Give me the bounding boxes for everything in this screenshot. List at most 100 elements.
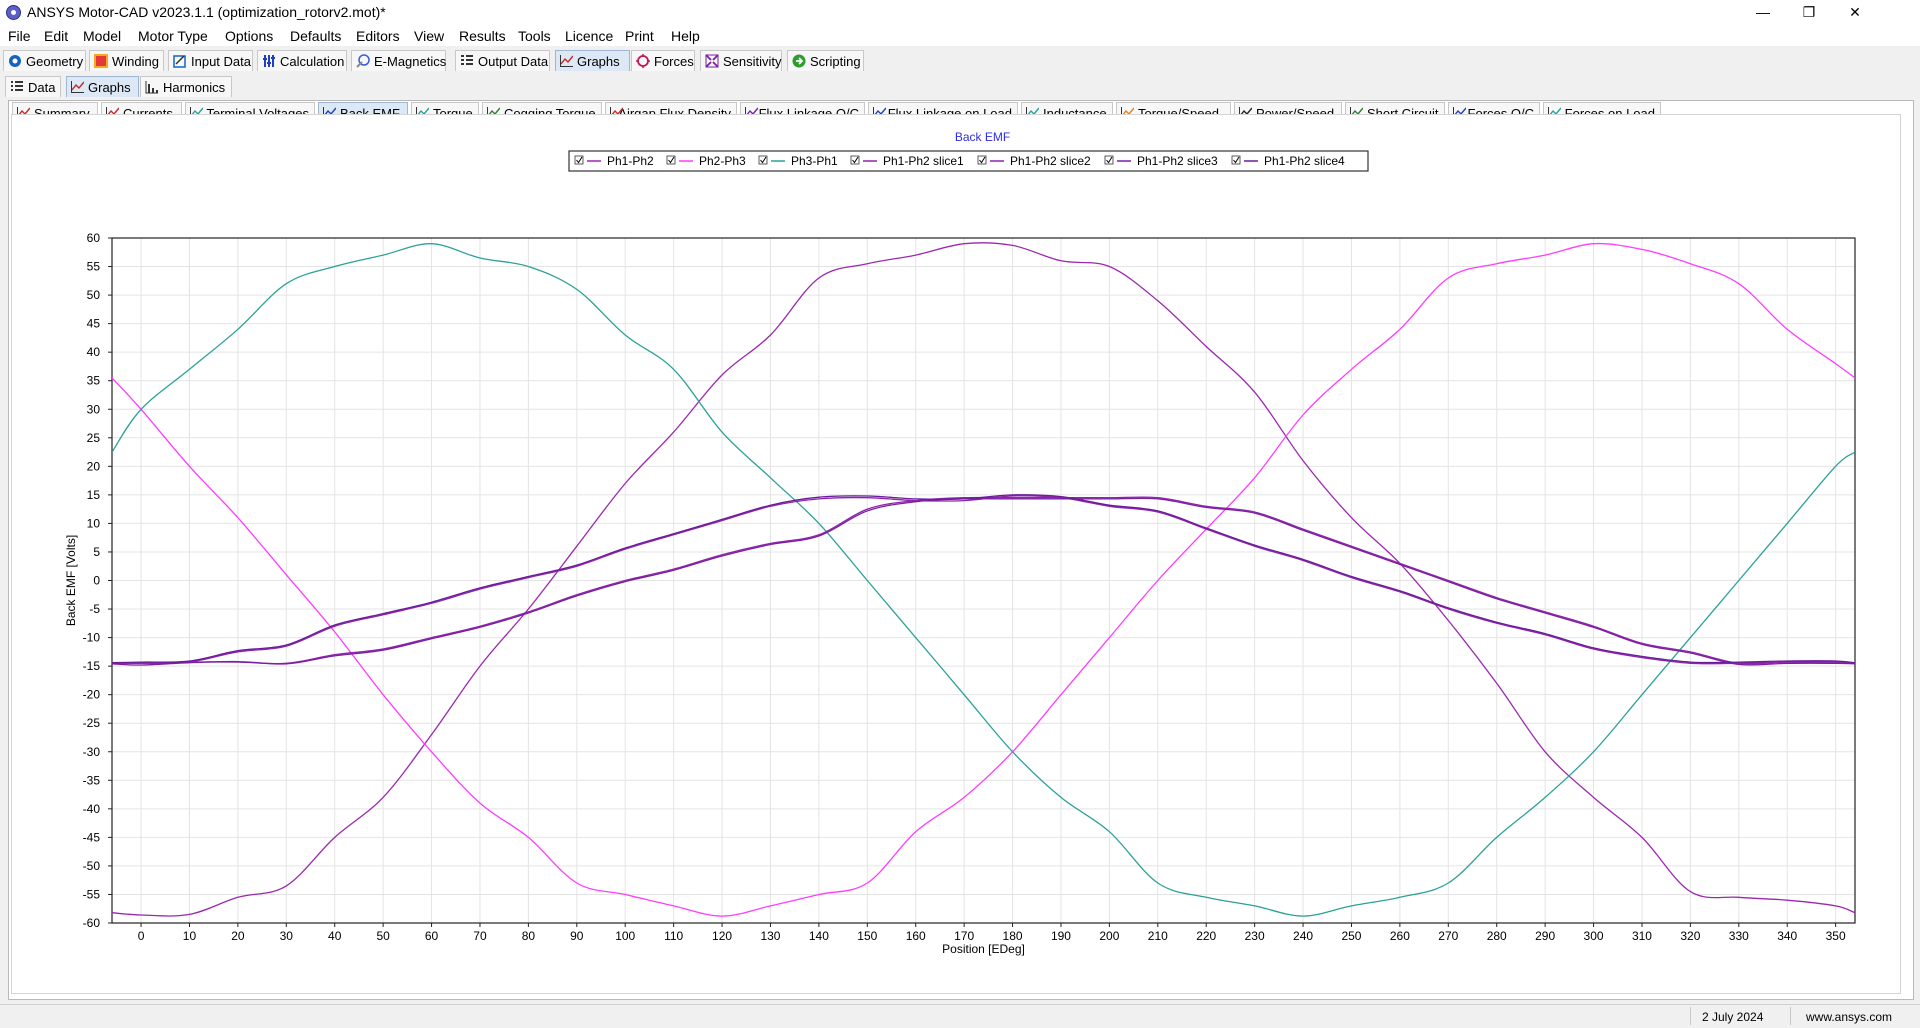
x-tick-label: 190 <box>1051 929 1071 943</box>
y-tick-label: -30 <box>83 745 101 759</box>
tab-data[interactable]: Data <box>5 76 61 97</box>
back-emf-chart: 0 10 20 30 40 50 60 70 80 90 100 110 120 130 140 150 160… <box>64 130 1856 956</box>
x-tick-label: 290 <box>1535 929 1555 943</box>
x-tick-label: 300 <box>1584 929 1604 943</box>
tab-label: Scripting <box>810 53 861 69</box>
tab-label: Harmonics <box>163 79 226 95</box>
x-tick-label: 130 <box>760 929 780 943</box>
status-date: 2 July 2024 <box>1702 1010 1764 1024</box>
y-tick-label: 30 <box>87 402 101 416</box>
menu-options[interactable]: Options <box>225 28 273 44</box>
tab-geometry[interactable]: Geometry <box>3 50 86 71</box>
minimize-button[interactable]: — <box>1740 0 1786 24</box>
x-tick-label: 150 <box>857 929 877 943</box>
y-axis-label: Back EMF [Volts] <box>64 535 78 626</box>
status-website: www.ansys.com <box>1806 1010 1893 1024</box>
y-tick-label: 5 <box>93 545 100 559</box>
tab-graphs[interactable]: Graphs <box>555 50 630 71</box>
legend-label: Ph2-Ph3 <box>699 154 746 168</box>
x-tick-label: 0 <box>138 929 145 943</box>
chart-title: Back EMF <box>955 130 1010 144</box>
x-tick-label: 20 <box>231 929 245 943</box>
title-bar: ANSYS Motor-CAD v2023.1.1 (optimization_… <box>0 0 1920 24</box>
x-tick-label: 230 <box>1245 929 1265 943</box>
x-tick-label: 220 <box>1196 929 1216 943</box>
tab-input-data[interactable]: Input Data <box>168 50 253 71</box>
x-tick-label: 80 <box>522 929 536 943</box>
menu-print[interactable]: Print <box>625 28 654 44</box>
tab-forces[interactable]: Forces <box>631 50 695 71</box>
input-data-icon <box>173 54 187 68</box>
x-tick-label: 10 <box>183 929 197 943</box>
x-tick-label: 280 <box>1487 929 1507 943</box>
x-tick-label: 310 <box>1632 929 1652 943</box>
tab-sub-graphs[interactable]: Graphs <box>66 76 139 97</box>
x-tick-label: 140 <box>809 929 829 943</box>
x-tick-label: 110 <box>664 929 683 943</box>
x-axis-label: Position [EDeg] <box>942 942 1025 956</box>
x-tick-label: 260 <box>1390 929 1410 943</box>
restore-button[interactable]: ❐ <box>1786 0 1832 24</box>
y-tick-label: -5 <box>89 602 100 616</box>
menu-tools[interactable]: Tools <box>518 28 551 44</box>
x-tick-label: 350 <box>1826 929 1846 943</box>
x-tick-label: 240 <box>1293 929 1313 943</box>
e-magnetics-icon <box>356 54 370 68</box>
x-tick-label: 340 <box>1777 929 1797 943</box>
x-tick-label: 40 <box>328 929 342 943</box>
tab-label: E-Magnetics <box>374 53 447 69</box>
geometry-icon <box>8 54 22 68</box>
menu-motor-type[interactable]: Motor Type <box>138 28 208 44</box>
output-data-icon <box>460 54 474 68</box>
x-tick-label: 160 <box>906 929 926 943</box>
x-tick-label: 170 <box>954 929 974 943</box>
menu-licence[interactable]: Licence <box>565 28 613 44</box>
y-tick-label: -60 <box>83 916 101 930</box>
y-tick-label: -10 <box>83 631 101 645</box>
x-tick-label: 250 <box>1341 929 1361 943</box>
menu-file[interactable]: File <box>8 28 31 44</box>
tab-label: Calculation <box>280 53 345 69</box>
menu-help[interactable]: Help <box>671 28 700 44</box>
tab-label: Input Data <box>191 53 251 69</box>
window-title: ANSYS Motor-CAD v2023.1.1 (optimization_… <box>27 4 386 20</box>
tab-harmonics[interactable]: Harmonics <box>140 76 232 97</box>
sensitivity-icon <box>705 54 719 68</box>
menu-view[interactable]: View <box>414 28 444 44</box>
tab-sensitivity[interactable]: Sensitivity <box>700 50 782 71</box>
x-tick-label: 180 <box>1003 929 1023 943</box>
graphs-icon <box>560 55 573 67</box>
tab-label: Graphs <box>577 53 620 69</box>
menu-edit[interactable]: Edit <box>44 28 68 44</box>
x-tick-label: 90 <box>570 929 584 943</box>
menu-defaults[interactable]: Defaults <box>290 28 341 44</box>
tab-label: Forces <box>654 53 694 69</box>
tab-winding[interactable]: Winding <box>89 50 164 71</box>
y-tick-label: -20 <box>83 688 101 702</box>
menu-results[interactable]: Results <box>459 28 506 44</box>
y-tick-label: 45 <box>87 317 101 331</box>
tab-e-magnetics[interactable]: E-Magnetics <box>351 50 446 71</box>
legend-label: Ph1-Ph2 <box>607 154 654 168</box>
calculation-icon <box>262 54 276 68</box>
forces-icon <box>636 54 650 68</box>
menu-editors[interactable]: Editors <box>356 28 400 44</box>
tab-output-data[interactable]: Output Data <box>455 50 550 71</box>
tab-scripting[interactable]: Scripting <box>787 50 864 71</box>
y-tick-label: -50 <box>83 859 101 873</box>
x-tick-label: 200 <box>1099 929 1119 943</box>
tab-calculation[interactable]: Calculation <box>257 50 347 71</box>
close-button[interactable]: ✕ <box>1832 0 1878 24</box>
tab-label: Data <box>28 79 56 95</box>
x-tick-label: 320 <box>1680 929 1700 943</box>
tab-label: Winding <box>112 53 159 69</box>
y-tick-label: -15 <box>83 659 101 673</box>
scripting-icon <box>792 54 806 68</box>
menu-bar: File Edit Model Motor Type Options Defau… <box>0 24 1920 46</box>
chart-area: 0 10 20 30 40 50 60 70 80 90 100 110 120 130 140 150 160… <box>11 114 1901 994</box>
y-tick-label: -35 <box>83 773 101 787</box>
legend-label: Ph1-Ph2 slice1 <box>883 154 964 168</box>
menu-model[interactable]: Model <box>83 28 121 44</box>
x-tick-label: 210 <box>1148 929 1168 943</box>
legend-label: Ph1-Ph2 slice2 <box>1010 154 1091 168</box>
